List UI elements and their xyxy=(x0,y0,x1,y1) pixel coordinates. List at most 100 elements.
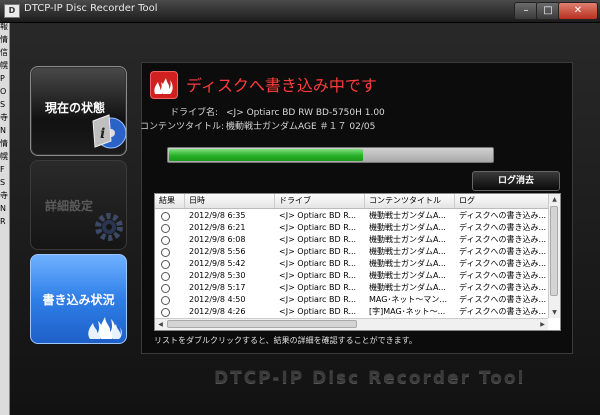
table-row[interactable]: 2012/9/8 6:08 <J> Optiarc BD R... 機動戦士ガンダム… xyxy=(155,234,548,246)
scroll-left-icon[interactable]: ◀ xyxy=(155,319,166,330)
write-progress-fill xyxy=(169,149,363,161)
background-strip-char: S xyxy=(0,178,6,187)
background-strip-char: 情 xyxy=(0,139,8,148)
gear-icon xyxy=(95,213,123,241)
content-title-label: コンテンツタイトル: xyxy=(140,122,225,132)
info-disc-icon: i xyxy=(92,114,126,149)
cell-drive: <J> Optiarc BD R... xyxy=(279,259,357,268)
content-title-value: 機動戦士ガンダムAGE ＃１７ 02/05 xyxy=(226,122,376,132)
cell-log: ディスクへの書き込み... xyxy=(459,235,547,244)
cell-title: 機動戦士ガンダムA... xyxy=(369,223,446,232)
maximize-button[interactable]: □ xyxy=(536,2,560,20)
burning-flame-icon xyxy=(150,71,178,99)
cell-drive: <J> Optiarc BD R... xyxy=(279,271,357,280)
result-radio-icon xyxy=(161,248,170,257)
column-header-title[interactable]: コンテンツタイトル xyxy=(365,194,455,208)
cell-title: 機動戦士ガンダムA... xyxy=(369,271,446,280)
cell-title: 機動戦士ガンダムA... xyxy=(369,211,446,220)
cell-drive: <J> Optiarc BD R... xyxy=(279,211,357,220)
cell-drive: <J> Optiarc BD R... xyxy=(279,223,357,232)
background-strip-char: 寺 xyxy=(0,113,8,122)
main-panel: ディスクへ書き込み中です ドライブ名: <J> Optiarc BD RW BD-… xyxy=(140,62,573,354)
svg-text:i: i xyxy=(100,126,105,142)
background-strip-char: 幌 xyxy=(0,152,8,161)
table-row[interactable]: 2012/9/8 6:35 <J> Optiarc BD R... 機動戦士ガンダム… xyxy=(155,210,548,222)
result-radio-icon xyxy=(161,212,170,221)
cell-drive: <J> Optiarc BD R... xyxy=(279,307,357,316)
result-radio-icon xyxy=(161,308,170,317)
cell-date: 2012/9/8 4:26 xyxy=(189,307,246,316)
drive-label: ドライブ名: xyxy=(169,108,218,118)
table-row[interactable]: 2012/9/8 5:42 <J> Optiarc BD R... 機動戦士ガンダム… xyxy=(155,258,548,270)
vertical-scrollbar[interactable]: ▲ ▼ xyxy=(548,194,560,318)
cell-drive: <J> Optiarc BD R... xyxy=(279,247,357,256)
cell-date: 2012/9/8 6:08 xyxy=(189,235,246,244)
cell-log: ディスクへの書き込み... xyxy=(459,247,547,256)
advanced-settings-button[interactable]: 詳細設定 xyxy=(30,160,127,250)
status-title: ディスクへ書き込み中です xyxy=(186,76,377,95)
cell-log: ディスクへの書き込み... xyxy=(459,259,547,268)
clear-log-button[interactable]: ログ消去 xyxy=(472,171,560,191)
horizontal-scrollbar[interactable]: ◀ ▶ xyxy=(155,318,548,330)
window-title: DTCP-IP Disc Recorder Tool xyxy=(24,3,158,14)
cell-title: MAG･ネット～マン... xyxy=(369,295,448,304)
column-header-drive[interactable]: ドライブ xyxy=(275,194,365,208)
table-header: 結果 日時 ドライブ コンテンツタイトル ログ xyxy=(155,194,548,209)
table-row[interactable]: 2012/9/8 4:50 <J> Optiarc BD R... MAG･ネット～… xyxy=(155,294,548,306)
brand-logo-text: DTCP-IP Disc Recorder Tool xyxy=(214,368,526,388)
table-row[interactable]: 2012/9/8 5:56 <J> Optiarc BD R... 機動戦士ガンダム… xyxy=(155,246,548,258)
scroll-up-icon[interactable]: ▲ xyxy=(549,194,560,205)
cell-date: 2012/9/8 4:50 xyxy=(189,295,246,304)
current-status-button[interactable]: 現在の状態 i xyxy=(30,66,127,156)
result-radio-icon xyxy=(161,236,170,245)
scroll-down-icon[interactable]: ▼ xyxy=(549,307,560,318)
background-strip-char: N xyxy=(0,204,6,213)
result-radio-icon xyxy=(161,296,170,305)
vertical-scroll-thumb[interactable] xyxy=(550,206,558,296)
background-strip-char: R xyxy=(0,217,6,226)
log-table[interactable]: 結果 日時 ドライブ コンテンツタイトル ログ 2012/9/8 6:35 <J>… xyxy=(154,193,561,331)
background-strip-char: S xyxy=(0,100,6,109)
cell-log: ディスクへの書き込み... xyxy=(459,283,547,292)
result-radio-icon xyxy=(161,272,170,281)
write-status-label: 書き込み状況 xyxy=(42,293,115,307)
result-radio-icon xyxy=(161,284,170,293)
write-status-button[interactable]: 書き込み状況 xyxy=(30,254,127,344)
minimize-button[interactable]: – xyxy=(514,2,538,20)
app-icon[interactable]: D xyxy=(4,4,20,18)
cell-drive: <J> Optiarc BD R... xyxy=(279,295,357,304)
column-header-date[interactable]: 日時 xyxy=(185,194,275,208)
cell-date: 2012/9/8 5:17 xyxy=(189,283,246,292)
cell-drive: <J> Optiarc BD R... xyxy=(279,283,357,292)
cell-log: ディスクへの書き込み... xyxy=(459,295,547,304)
column-header-result[interactable]: 結果 xyxy=(155,194,185,208)
result-radio-icon xyxy=(161,260,170,269)
column-header-log[interactable]: ログ xyxy=(455,194,548,208)
title-bar[interactable]: D DTCP-IP Disc Recorder Tool – □ ✕ xyxy=(0,0,600,23)
cell-date: 2012/9/8 6:21 xyxy=(189,223,246,232)
horizontal-scroll-thumb[interactable] xyxy=(167,320,357,328)
table-row[interactable]: 2012/9/8 5:30 <J> Optiarc BD R... 機動戦士ガンダム… xyxy=(155,270,548,282)
background-strip-char: O xyxy=(0,87,7,96)
background-strip-char: 寺 xyxy=(0,191,8,200)
table-row[interactable]: 2012/9/8 4:26 <J> Optiarc BD R... [字]MAG･ネ… xyxy=(155,306,548,318)
flame-icon xyxy=(88,317,122,339)
cell-title: 機動戦士ガンダムA... xyxy=(369,235,446,244)
cell-date: 2012/9/8 5:42 xyxy=(189,259,246,268)
cell-title: 機動戦士ガンダムA... xyxy=(369,247,446,256)
background-strip-char: 信 xyxy=(0,48,8,57)
table-row[interactable]: 2012/9/8 6:21 <J> Optiarc BD R... 機動戦士ガンダム… xyxy=(155,222,548,234)
scroll-right-icon[interactable]: ▶ xyxy=(537,319,548,330)
drive-info-row: ドライブ名: <J> Optiarc BD RW BD-5750H 1.00 xyxy=(140,105,385,118)
cell-log: ディスクへの書き込み... xyxy=(459,307,547,316)
background-strip-char: N xyxy=(0,126,6,135)
cell-drive: <J> Optiarc BD R... xyxy=(279,235,357,244)
result-radio-icon xyxy=(161,224,170,233)
background-strip-char: 情 xyxy=(0,35,8,44)
cell-log: ディスクへの書き込み... xyxy=(459,271,547,280)
cell-title: 機動戦士ガンダムA... xyxy=(369,259,446,268)
table-row[interactable]: 2012/9/8 5:17 <J> Optiarc BD R... 機動戦士ガンダム… xyxy=(155,282,548,294)
background-strip-char: P xyxy=(0,74,5,83)
close-button[interactable]: ✕ xyxy=(558,2,598,20)
cell-log: ディスクへの書き込み... xyxy=(459,223,547,232)
